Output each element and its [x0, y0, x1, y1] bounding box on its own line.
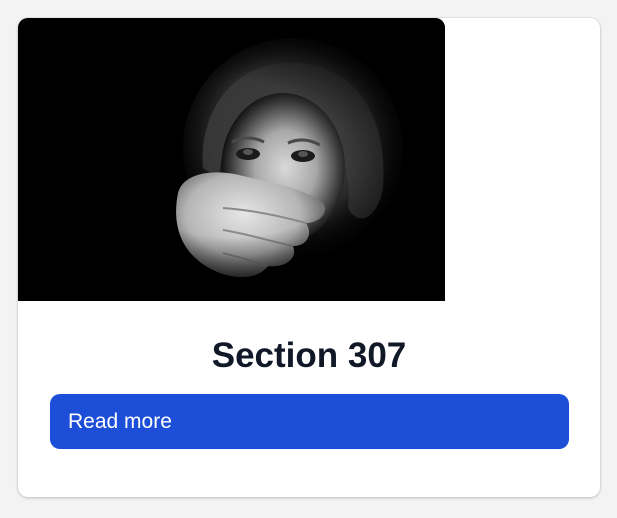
article-image-illustration — [18, 18, 445, 301]
article-image — [18, 18, 445, 301]
article-card: Section 307 Read more — [18, 18, 600, 497]
card-title: Section 307 — [211, 336, 407, 375]
read-more-button[interactable]: Read more — [50, 394, 569, 449]
